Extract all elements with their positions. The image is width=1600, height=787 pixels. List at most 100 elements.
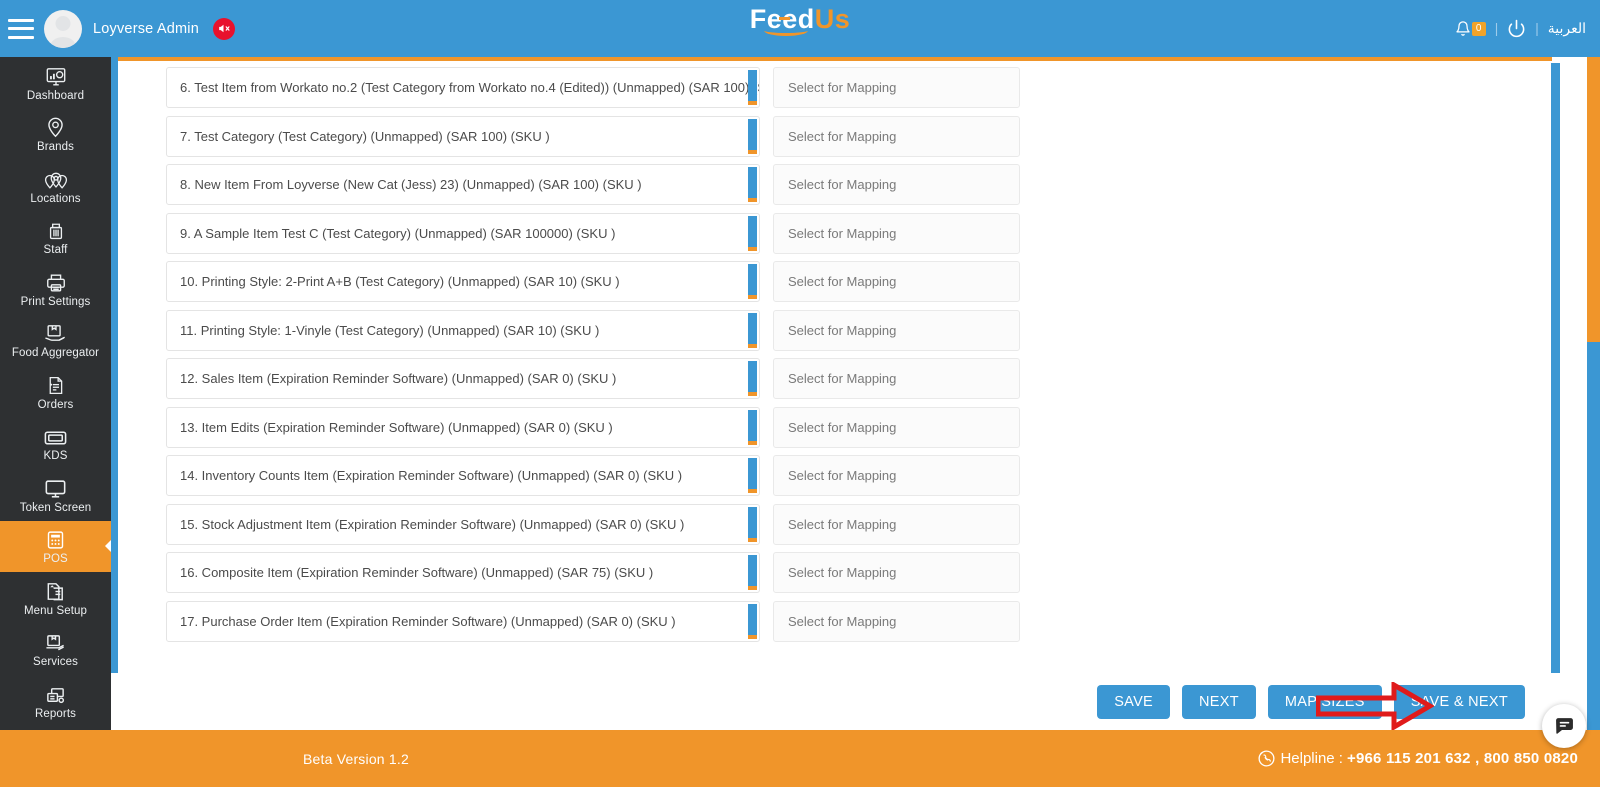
- sidebar-item-kds[interactable]: KDS: [0, 418, 111, 470]
- chat-bubble-icon[interactable]: [1542, 704, 1586, 748]
- beta-version-label: Beta Version 1.2: [303, 750, 409, 767]
- content-vertical-scrollbar[interactable]: [1551, 61, 1560, 678]
- mapping-row-item-input[interactable]: 16. Composite Item (Expiration Reminder …: [166, 552, 760, 593]
- mapping-select-value: Select for Mapping: [788, 613, 897, 629]
- mapping-row-scrollbar-thumb[interactable]: [748, 458, 757, 489]
- mapping-row: 7. Test Category (Test Category) (Unmapp…: [166, 115, 1552, 157]
- mapping-row-scrollbar[interactable]: [748, 264, 757, 299]
- helpline: Helpline : +966 115 201 632 , 800 850 08…: [1257, 749, 1578, 768]
- sidebar-item-print-settings[interactable]: Print Settings: [0, 263, 111, 315]
- mapping-row-scrollbar[interactable]: [748, 118, 757, 154]
- mapping-row-item-input[interactable]: 14. Inventory Counts Item (Expiration Re…: [166, 455, 760, 496]
- power-icon[interactable]: [1507, 19, 1526, 38]
- mapping-select-dropdown[interactable]: Select for Mapping: [773, 261, 1020, 302]
- mapping-select-dropdown[interactable]: Select for Mapping: [773, 164, 1020, 205]
- mapping-row-item-input[interactable]: 9. A Sample Item Test C (Test Category) …: [166, 212, 760, 254]
- mapping-row-scrollbar-thumb[interactable]: [748, 70, 757, 101]
- mapping-row-scrollbar-thumb[interactable]: [748, 361, 757, 392]
- sidebar-item-token-screen[interactable]: Token Screen: [0, 469, 111, 521]
- mute-speaker-icon[interactable]: [212, 17, 235, 40]
- sidebar-item-menu-setup[interactable]: Menu Setup: [0, 572, 111, 624]
- mapping-row-scrollbar-thumb[interactable]: [748, 215, 757, 247]
- map-sizes-button[interactable]: MAP SIZES: [1267, 684, 1382, 719]
- mapping-select-dropdown[interactable]: Select for Mapping: [773, 115, 1020, 157]
- mapping-select-dropdown[interactable]: Select for Mapping: [773, 358, 1020, 399]
- topbar-separator-2: |: [1535, 21, 1539, 36]
- sidebar-item-food-aggregator[interactable]: Food Aggregator: [0, 315, 111, 367]
- sidebar-item-label: Reports: [35, 707, 76, 720]
- sidebar-item-staff[interactable]: Staff: [0, 212, 111, 264]
- phone-ring-icon: [1258, 750, 1275, 767]
- mapping-row-item-input[interactable]: 17. Purchase Order Item (Expiration Remi…: [166, 600, 760, 642]
- mapping-list-scroll-area[interactable]: 6. Test Item from Workato no.2 (Test Cat…: [118, 61, 1552, 678]
- sidebar-item-reports[interactable]: Reports: [0, 675, 111, 727]
- save-button[interactable]: SAVE: [1097, 684, 1171, 719]
- mapping-select-value: Select for Mapping: [788, 468, 897, 483]
- language-switcher[interactable]: العربية: [1548, 20, 1586, 37]
- mapping-row-item-input[interactable]: 10. Printing Style: 2-Print A+B (Test Ca…: [166, 261, 760, 302]
- mapping-row-scrollbar[interactable]: [748, 555, 757, 590]
- sidebar-item-locations[interactable]: Locations: [0, 160, 111, 212]
- mapping-select-dropdown[interactable]: Select for Mapping: [773, 600, 1020, 642]
- mapping-row-item-input[interactable]: 13. Item Edits (Expiration Reminder Soft…: [166, 406, 760, 448]
- mapping-select-dropdown[interactable]: Select for Mapping: [773, 212, 1020, 254]
- bell-icon: [1456, 21, 1470, 36]
- sidebar-item-dashboard[interactable]: Dashboard: [0, 57, 111, 109]
- mapping-select-dropdown[interactable]: Select for Mapping: [773, 309, 1020, 351]
- mapping-row-item-input[interactable]: 11. Printing Style: 1-Vinyle (Test Categ…: [166, 309, 760, 351]
- hamburger-icon[interactable]: [8, 18, 34, 39]
- mapping-row-scrollbar-thumb[interactable]: [748, 264, 757, 295]
- mapping-row-scrollbar-thumb[interactable]: [748, 167, 757, 198]
- pos-calculator-icon: [45, 527, 66, 551]
- mapping-select-dropdown[interactable]: Select for Mapping: [773, 406, 1020, 448]
- app-logo: FeedUs: [0, 4, 1600, 36]
- order-document-icon: [45, 373, 66, 397]
- mapping-row-scrollbar-thumb[interactable]: [748, 506, 757, 538]
- mapping-row-scrollbar-thumb[interactable]: [748, 555, 757, 586]
- mapping-row-scrollbar[interactable]: [748, 70, 757, 105]
- mapping-select-dropdown[interactable]: Select for Mapping: [773, 552, 1020, 593]
- services-delivery-icon: [44, 630, 67, 654]
- sidebar-item-services[interactable]: Services: [0, 624, 111, 676]
- mapping-row-item-label: 15. Stock Adjustment Item (Expiration Re…: [180, 516, 685, 532]
- logo-text-accent: Us: [814, 4, 851, 34]
- notifications-button[interactable]: 0: [1455, 20, 1486, 37]
- page-vertical-scrollbar[interactable]: [1587, 57, 1600, 787]
- mapping-row-scrollbar-thumb[interactable]: [748, 118, 757, 150]
- mapping-row-item-input[interactable]: 12. Sales Item (Expiration Reminder Soft…: [166, 358, 760, 399]
- avatar[interactable]: [44, 9, 82, 48]
- mapping-row-scrollbar-thumb[interactable]: [748, 312, 757, 344]
- mapping-row-scrollbar[interactable]: [748, 458, 757, 493]
- mapping-row-scrollbar[interactable]: [748, 506, 757, 542]
- mapping-select-dropdown[interactable]: Select for Mapping: [773, 67, 1020, 108]
- mapping-row-scrollbar[interactable]: [748, 361, 757, 396]
- mapping-row-item-input[interactable]: 8. New Item From Loyverse (New Cat (Jess…: [166, 164, 760, 205]
- sidebar-item-brands[interactable]: Brands: [0, 109, 111, 161]
- location-pin-icon: [45, 115, 66, 139]
- mapping-row: 15. Stock Adjustment Item (Expiration Re…: [166, 503, 1552, 545]
- next-button[interactable]: NEXT: [1182, 684, 1256, 719]
- mapping-row-scrollbar[interactable]: [748, 167, 757, 202]
- sidebar-item-label: POS: [43, 553, 68, 566]
- form-action-bar: SAVE NEXT MAP SIZES SAVE & NEXT: [118, 673, 1587, 730]
- mapping-select-dropdown[interactable]: Select for Mapping: [773, 503, 1020, 545]
- mapping-row-scrollbar[interactable]: [748, 603, 757, 639]
- mapping-row-scrollbar-thumb[interactable]: [748, 603, 757, 635]
- save-and-next-button[interactable]: SAVE & NEXT: [1393, 684, 1525, 719]
- mapping-row-scrollbar[interactable]: [748, 409, 757, 445]
- mapping-row-scrollbar[interactable]: [748, 312, 757, 348]
- logo-smile-icon: [763, 25, 809, 36]
- menu-list-icon: [44, 579, 67, 603]
- mapping-row: 10. Printing Style: 2-Print A+B (Test Ca…: [166, 261, 1552, 302]
- mapping-row-scrollbar[interactable]: [748, 215, 757, 251]
- sidebar-item-orders[interactable]: Orders: [0, 366, 111, 418]
- mapping-row-scrollbar-thumb[interactable]: [748, 409, 757, 441]
- sidebar-item-pos[interactable]: POS: [0, 520, 111, 572]
- mapping-row-item-input[interactable]: 7. Test Category (Test Category) (Unmapp…: [166, 115, 760, 157]
- mapping-row-item-input[interactable]: 6. Test Item from Workato no.2 (Test Cat…: [166, 67, 760, 108]
- page-scrollbar-thumb[interactable]: [1587, 57, 1600, 342]
- mapping-row-item-input[interactable]: 15. Stock Adjustment Item (Expiration Re…: [166, 503, 760, 545]
- scrollbar-thumb[interactable]: [1551, 63, 1560, 676]
- locations-pins-icon: [43, 167, 69, 191]
- mapping-select-dropdown[interactable]: Select for Mapping: [773, 455, 1020, 496]
